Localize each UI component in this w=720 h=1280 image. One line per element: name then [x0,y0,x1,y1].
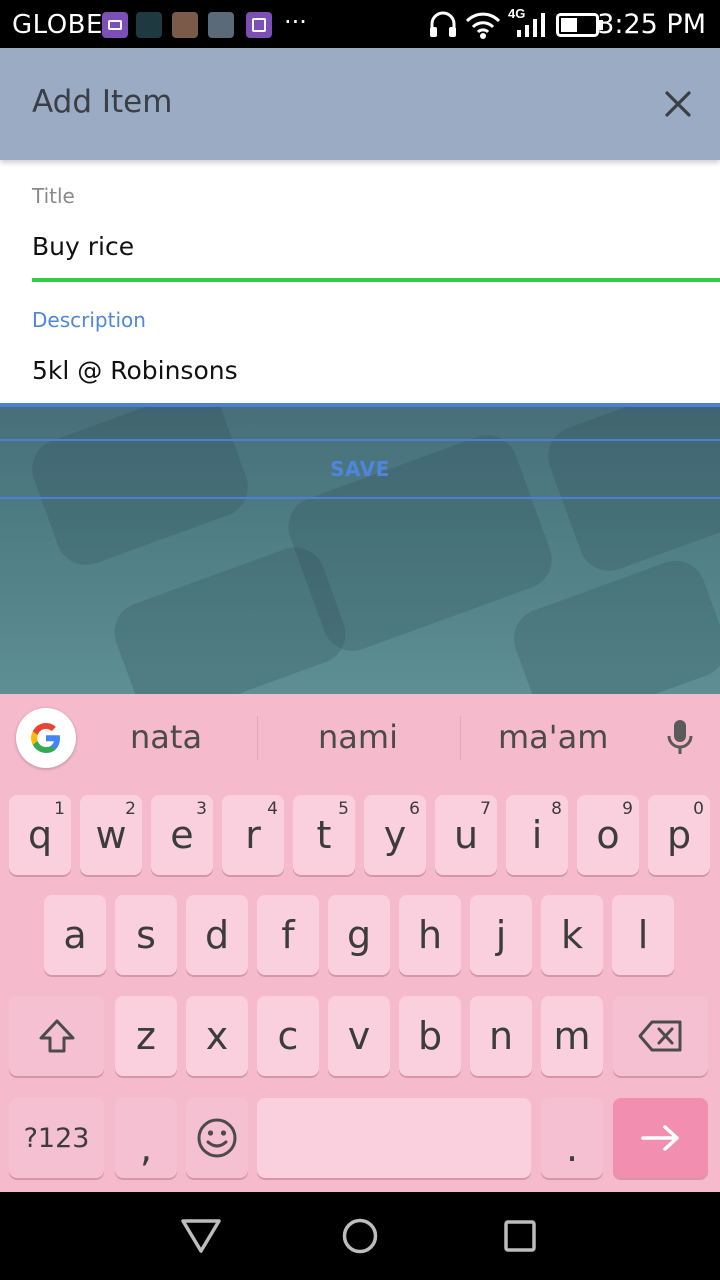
period-key[interactable]: . [541,1098,603,1178]
key-i[interactable]: i8 [506,795,568,875]
key-c[interactable]: c [257,996,319,1076]
more-notifications-icon: ··· [284,8,307,36]
suggestion-1[interactable]: nata [130,718,202,756]
key-z[interactable]: z [115,996,177,1076]
key-d[interactable]: d [186,895,248,975]
microphone-icon[interactable] [664,718,696,758]
key-j[interactable]: j [470,895,532,975]
key-u[interactable]: u7 [435,795,497,875]
navigation-bar [0,1192,720,1280]
wifi-icon [465,12,501,39]
key-f[interactable]: f [257,895,319,975]
key-w[interactable]: w2 [80,795,142,875]
comma-key[interactable]: , [115,1098,177,1178]
key-g[interactable]: g [328,895,390,975]
symbols-key[interactable]: ?123 [9,1098,104,1178]
close-icon[interactable] [662,88,694,120]
key-b[interactable]: b [399,996,461,1076]
enter-key[interactable] [613,1098,708,1178]
key-x[interactable]: x [186,996,248,1076]
notification-photo-icon [208,12,234,38]
notification-image-icon [136,12,162,38]
suggestion-divider [460,716,461,760]
title-field-label: Title [32,184,75,208]
signal-icon [517,13,545,37]
description-field-underline [0,403,720,407]
key-r[interactable]: r4 [222,795,284,875]
key-p[interactable]: p0 [648,795,710,875]
key-q[interactable]: q1 [9,795,71,875]
emoji-key[interactable] [186,1098,248,1178]
suggestion-divider [257,716,258,760]
save-button-label: SAVE [330,457,390,481]
arrow-right-icon [640,1125,679,1151]
key-s[interactable]: s [115,895,177,975]
app-header: Add Item [0,48,720,160]
back-icon[interactable] [180,1218,222,1254]
key-o[interactable]: o9 [577,795,639,875]
key-n[interactable]: n [470,996,532,1076]
key-m[interactable]: m [541,996,603,1076]
key-k[interactable]: k [541,895,603,975]
key-v[interactable]: v [328,996,390,1076]
space-key[interactable] [257,1098,531,1178]
key-y[interactable]: y6 [364,795,426,875]
home-icon[interactable] [342,1218,378,1254]
carrier-name: GLOBE [12,10,103,40]
notification-photo-icon [172,12,198,38]
key-l[interactable]: l [612,895,674,975]
suggestion-3[interactable]: ma'am [498,718,608,756]
add-item-form: Title Buy rice Description 5kl @ Robinso… [0,160,720,403]
shift-icon [39,1019,74,1053]
key-h[interactable]: h [399,895,461,975]
background-area: SAVE [0,403,720,694]
clock: 3:25 PM [597,9,706,40]
save-button[interactable]: SAVE [0,439,720,499]
key-t[interactable]: t5 [293,795,355,875]
title-field[interactable]: Buy rice [32,232,134,261]
backspace-key[interactable] [613,996,708,1076]
key-e[interactable]: e3 [151,795,213,875]
recents-icon[interactable] [504,1220,536,1252]
shift-key[interactable] [9,996,104,1076]
page-title: Add Item [32,84,173,120]
emoji-icon [197,1118,237,1158]
backspace-icon [638,1020,681,1052]
status-bar: GLOBE ··· 4G 3:25 PM [0,0,720,48]
notification-calendar-icon [102,12,128,38]
description-field[interactable]: 5kl @ Robinsons [32,356,238,385]
google-icon[interactable] [16,708,76,768]
title-field-underline [32,278,720,282]
description-field-label: Description [32,308,146,332]
notification-gallery-icon [246,12,272,38]
key-a[interactable]: a [44,895,106,975]
soft-keyboard: nata nami ma'am q1 w2 e3 r4 t5 y6 u7 i8 … [0,694,720,1192]
suggestion-2[interactable]: nami [318,718,398,756]
headphones-icon [430,11,456,37]
